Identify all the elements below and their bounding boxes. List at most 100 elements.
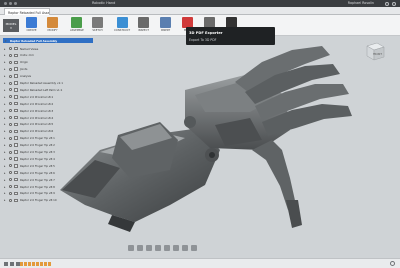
browser-item[interactable]: ▸ Analysis [4,74,31,79]
user-name[interactable]: Raphael Rosalin [348,1,374,5]
browser-item[interactable]: ▸ Raptor 2.0 Proximal v8:5 [4,122,53,127]
browser-item[interactable]: ▸ Raptor 2.0 Finger Tip v8:8 [4,184,55,189]
visibility-icon[interactable] [9,81,12,85]
visibility-icon[interactable] [9,102,12,106]
workspace-switcher[interactable]: MODEL ▾ [3,19,19,32]
expand-icon[interactable]: ▸ [4,157,7,161]
browser-item[interactable]: ▸ Raptor 2.0 Finger Tip v8:7 [4,177,55,182]
browser-item[interactable]: ▸ Origin [4,60,28,65]
browser-item[interactable]: ▸ Raptor 2.0 Proximal v8:6 [4,129,53,134]
expand-icon[interactable]: ▸ [4,47,7,51]
visibility-icon[interactable] [9,53,12,57]
popup-subtitle[interactable]: Export To 3D PDF [189,38,217,42]
browser-item[interactable]: ▸ Raptor 2.0 Finger Tip v8:2 [4,143,55,148]
browser-item[interactable]: ▸ Raptor 2.0 Finger Tip v8:5 [4,163,55,168]
pan-icon[interactable] [146,244,152,251]
toolbar-group-assemble[interactable]: ASSEMBLE [70,17,84,32]
timeline-feature[interactable] [48,262,51,266]
visibility-icon[interactable] [9,198,12,202]
expand-icon[interactable]: ▸ [4,74,7,78]
timeline-feature[interactable] [24,262,27,266]
timeline-feature[interactable] [20,262,23,266]
grid-settings-icon[interactable] [182,244,188,251]
visibility-icon[interactable] [9,143,12,147]
browser-item[interactable]: ▸ Named Views [4,46,38,51]
browser-item[interactable]: ▸ Raptor 2.0 Finger Tip v8:9 [4,191,55,196]
help-icon[interactable] [385,1,389,6]
timeline-feature[interactable] [44,262,47,266]
tab-assembly[interactable]: Raptor Reloaded Full Assembly [4,8,50,15]
browser-item[interactable]: ▸ Units: mm [4,53,34,58]
expand-icon[interactable]: ▾ [5,39,8,43]
display-settings-icon[interactable] [173,244,179,251]
visibility-icon[interactable] [9,47,12,50]
browser-item[interactable]: ▸ Raptor Reloaded Left Palm v1:1 [4,87,62,92]
browser-item[interactable]: ▸ Raptor 2.0 Finger Tip v8:4 [4,156,55,161]
timeline-start-icon[interactable] [4,262,8,266]
toolbar-group-create[interactable]: CREATE [26,17,37,32]
toolbar-group-sketch[interactable]: SKETCH [92,17,103,32]
browser-root-item[interactable]: ▾ Raptor Reloaded Full Assembly [3,38,93,43]
expand-icon[interactable]: ▸ [4,102,7,106]
visibility-icon[interactable] [9,129,12,133]
gear-icon[interactable] [390,261,395,266]
close-window-button[interactable] [4,2,7,5]
notifications-icon[interactable] [392,1,396,6]
toolbar-group-construct[interactable]: CONSTRUCT [114,17,130,32]
timeline-feature[interactable] [36,262,39,266]
visibility-icon[interactable] [9,74,12,78]
timeline-feature[interactable] [32,262,35,266]
visibility-icon[interactable] [9,60,12,64]
viewports-icon[interactable] [191,244,197,251]
expand-icon[interactable]: ▸ [4,164,7,168]
visibility-icon[interactable] [9,171,12,175]
browser-item[interactable]: ▸ Raptor 2.0 Proximal v8:3 [4,108,53,113]
expand-icon[interactable]: ▸ [4,81,7,85]
visibility-icon[interactable] [9,164,12,168]
browser-item[interactable]: ▸ Raptor 2.0 Proximal v8:2 [4,101,53,106]
visibility-icon[interactable] [9,150,12,154]
browser-item[interactable]: ▸ Joints [4,67,27,72]
browser-item[interactable]: ▸ Raptor 2.0 Proximal v8:1 [4,94,53,99]
browser-item[interactable]: ▸ Raptor Reloaded Assembly v1:1 [4,81,63,86]
zoom-icon[interactable] [155,244,161,251]
expand-icon[interactable]: ▸ [4,88,7,92]
expand-icon[interactable]: ▸ [4,171,7,175]
expand-icon[interactable]: ▸ [4,122,7,126]
expand-icon[interactable]: ▸ [4,129,7,133]
visibility-icon[interactable] [9,122,12,126]
expand-icon[interactable]: ▸ [4,143,7,147]
orbit-icon[interactable] [128,244,134,251]
visibility-icon[interactable] [9,109,12,113]
expand-icon[interactable]: ▸ [4,198,7,202]
maximize-window-button[interactable] [14,2,17,5]
browser-item[interactable]: ▸ Raptor 2.0 Finger Tip v8:3 [4,150,55,155]
look-at-icon[interactable] [137,244,143,251]
visibility-icon[interactable] [9,136,12,140]
view-cube[interactable]: FRONT [363,40,387,62]
expand-icon[interactable]: ▸ [4,67,7,71]
browser-item[interactable]: ▸ Raptor 2.0 Proximal v8:4 [4,115,53,120]
expand-icon[interactable]: ▸ [4,109,7,113]
timeline-feature[interactable] [40,262,43,266]
expand-icon[interactable]: ▸ [4,178,7,182]
browser-item[interactable]: ▸ Raptor 2.0 Finger Tip v8:6 [4,170,55,175]
expand-icon[interactable]: ▸ [4,136,7,140]
timeline-feature[interactable] [28,262,31,266]
visibility-icon[interactable] [9,67,12,71]
visibility-icon[interactable] [9,178,12,182]
expand-icon[interactable]: ▸ [4,150,7,154]
visibility-icon[interactable] [9,157,12,161]
visibility-icon[interactable] [9,88,12,92]
visibility-icon[interactable] [9,191,12,195]
visibility-icon[interactable] [9,185,12,188]
expand-icon[interactable]: ▸ [4,95,7,99]
visibility-icon[interactable] [9,116,12,119]
expand-icon[interactable]: ▸ [4,185,7,189]
window-controls[interactable] [4,2,17,5]
toolbar-group-inspect[interactable]: INSPECT [138,17,149,32]
toolbar-group-insert[interactable]: INSERT [160,17,171,32]
minimize-window-button[interactable] [9,2,12,5]
browser-item[interactable]: ▸ Raptor 2.0 Finger Tip v8:10 [4,198,57,203]
fit-icon[interactable] [164,244,170,251]
